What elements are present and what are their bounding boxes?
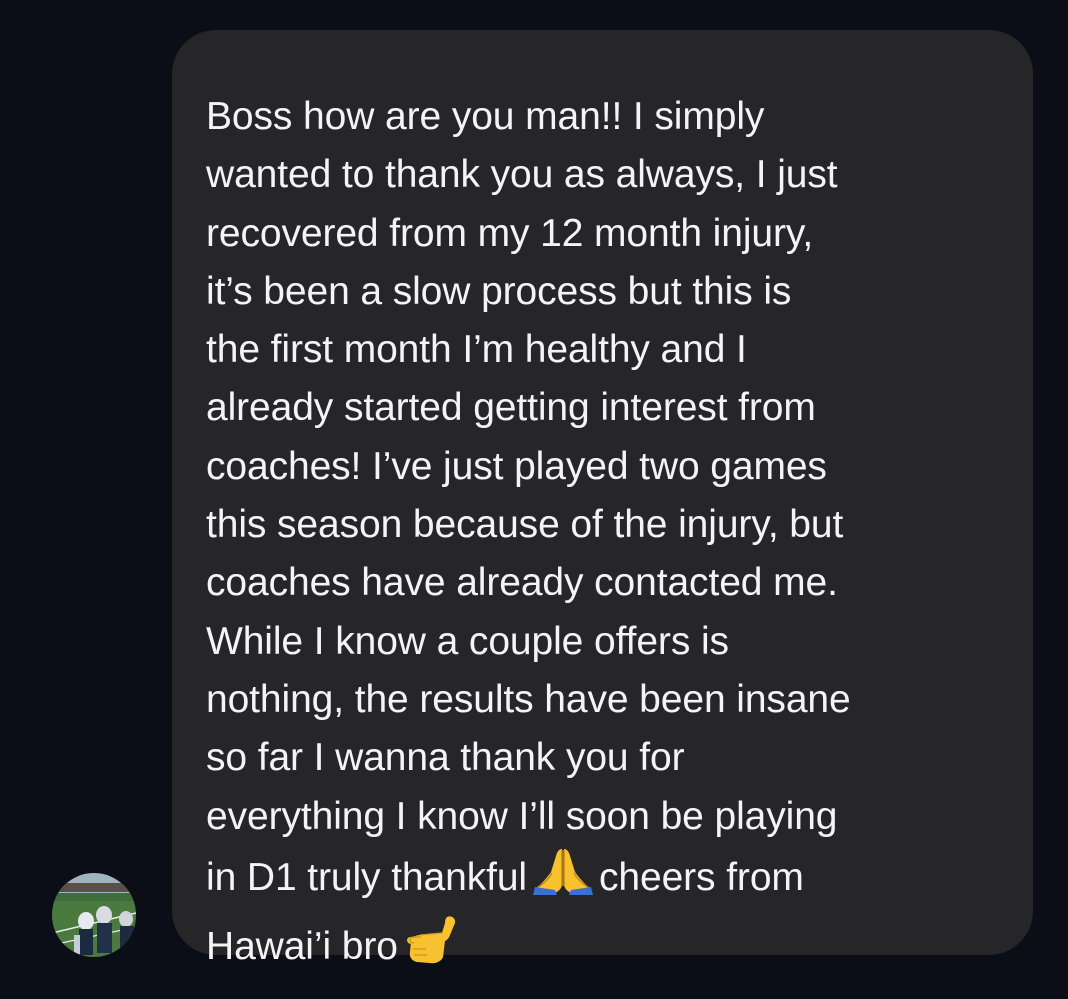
message-line: so far I wanna thank you for [206, 736, 685, 780]
message-line: already started getting interest from [206, 386, 816, 430]
sender-avatar[interactable] [52, 873, 136, 957]
message-line: Boss how are you man!! I simply [206, 95, 765, 138]
message-text-segment: in D1 truly thankful [206, 855, 527, 899]
message-line: recovered from my 12 month injury, [206, 211, 814, 255]
message-line: the first month I’m healthy and I [206, 328, 747, 372]
message-line: coaches have already contacted me. [206, 561, 838, 605]
message-line: everything I know I’ll soon be playing [206, 794, 838, 838]
message-line: coaches! I’ve just played two games [206, 444, 827, 488]
call-me-hand-icon [404, 913, 464, 982]
message-line: it’s been a slow process but this is [206, 269, 792, 313]
message-line: wanted to thank you as always, I just [206, 153, 838, 197]
message-line: Hawai’i bro [206, 913, 1003, 982]
message-line: While I know a couple offers is [206, 619, 729, 663]
chat-thread: Boss how are you man!! I simply wanted t… [0, 0, 1068, 999]
message-line: this season because of the injury, but [206, 503, 844, 547]
message-text-segment: Hawai’i bro [206, 925, 398, 969]
message-line: in D1 truly thankful cheers from [206, 846, 1003, 913]
received-message-bubble[interactable]: Boss how are you man!! I simply wanted t… [172, 30, 1033, 968]
folded-hands-icon [533, 846, 593, 913]
message-line: nothing, the results have been insane [206, 677, 851, 721]
message-text-segment: cheers from [599, 855, 804, 899]
